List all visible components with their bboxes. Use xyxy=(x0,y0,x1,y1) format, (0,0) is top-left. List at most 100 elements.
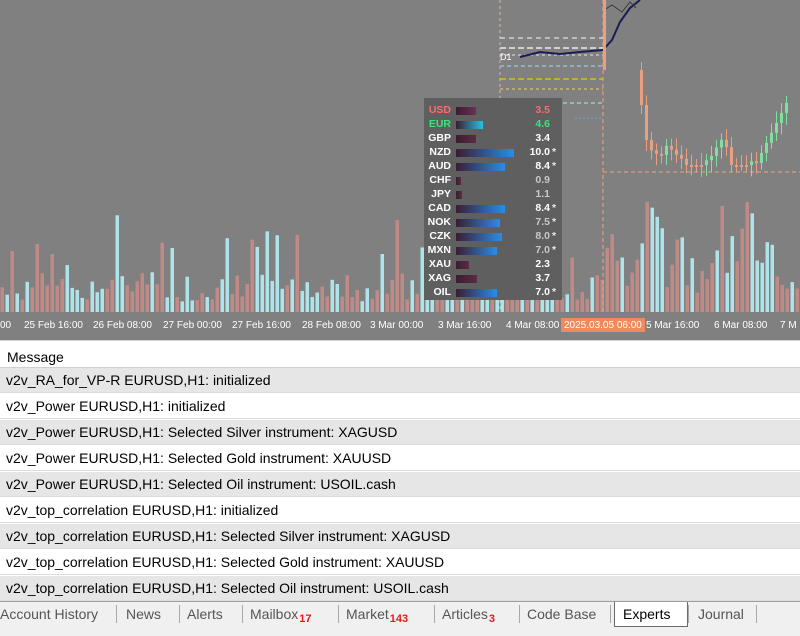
strength-value: 8.4 xyxy=(535,202,550,214)
volume-bar xyxy=(365,288,369,312)
candle-body xyxy=(645,105,648,140)
volume-bar xyxy=(15,293,19,312)
message-row[interactable]: v2v_top_correlation EURUSD,H1: initializ… xyxy=(0,498,800,523)
candle-body xyxy=(735,165,738,167)
volume-bar xyxy=(695,292,699,312)
strength-value: 7.0 xyxy=(535,244,550,256)
candle-body xyxy=(765,142,768,153)
volume-bar xyxy=(140,273,144,312)
volume-bar xyxy=(30,287,34,312)
strength-bar xyxy=(456,233,502,241)
tab-articles[interactable]: Articles3 xyxy=(438,602,517,626)
message-text: v2v_RA_for_VP-R EURUSD,H1: initialized xyxy=(6,372,271,388)
volume-bar xyxy=(560,298,564,312)
tab-code-base[interactable]: Code Base xyxy=(523,602,608,626)
volume-bar xyxy=(775,276,779,312)
message-row[interactable]: v2v_top_correlation EURUSD,H1: Selected … xyxy=(0,576,800,601)
candle-body xyxy=(603,0,606,70)
tab-mailbox[interactable]: Mailbox17 xyxy=(246,602,336,626)
currency-label: USD xyxy=(428,104,451,116)
candle-body xyxy=(775,122,778,133)
currency-label: CHF xyxy=(429,174,451,186)
currency-label: EUR xyxy=(428,118,451,130)
strength-row-jpy: JPY 1.1 xyxy=(424,188,562,202)
volume-bar xyxy=(795,288,799,312)
message-text: v2v_Power EURUSD,H1: Selected Silver ins… xyxy=(6,424,398,440)
candle-body xyxy=(675,149,678,155)
volume-bar xyxy=(660,228,664,312)
strength-bar xyxy=(456,261,469,269)
message-row[interactable]: v2v_Power EURUSD,H1: Selected Gold instr… xyxy=(0,446,800,471)
message-row[interactable]: v2v_RA_for_VP-R EURUSD,H1: initialized xyxy=(0,368,800,393)
volume-bar xyxy=(390,280,394,312)
tab-separator xyxy=(338,605,339,623)
candle-body xyxy=(750,161,753,165)
volume-bar xyxy=(680,237,684,312)
candle-body xyxy=(685,158,688,165)
volume-bar xyxy=(375,290,379,312)
candle-body xyxy=(770,132,773,143)
experts-message-panel[interactable]: Message v2v_RA_for_VP-R EURUSD,H1: initi… xyxy=(0,340,800,602)
candle-body xyxy=(730,147,733,165)
strength-row-eur: EUR 4.6 xyxy=(424,118,562,132)
strength-row-aud: AUD 8.4 * xyxy=(424,160,562,174)
chart-canvas[interactable]: D1 00 25 Feb 16:00 26 Feb 08:00 27 Feb 00:00… xyxy=(0,0,800,340)
volume-bar xyxy=(315,292,319,312)
candle-body xyxy=(710,155,713,161)
volume-bar xyxy=(65,265,69,312)
price-chart[interactable]: D1 00 25 Feb 16:00 26 Feb 08:00 27 Feb 00:00… xyxy=(0,0,800,340)
volume-bar xyxy=(45,285,49,312)
strength-star-marker: * xyxy=(552,146,557,158)
tab-separator xyxy=(756,605,757,623)
volume-bar xyxy=(340,296,344,312)
tab-experts[interactable]: Experts xyxy=(614,602,688,627)
volume-bar xyxy=(380,253,384,312)
candle-body xyxy=(650,140,653,151)
message-text: v2v_Power EURUSD,H1: initialized xyxy=(6,398,226,414)
volume-bar xyxy=(285,285,289,312)
strength-value: 4.6 xyxy=(535,118,550,130)
time-axis-tick: 28 Feb 08:00 xyxy=(302,320,361,331)
message-row[interactable]: v2v_Power EURUSD,H1: Selected Silver ins… xyxy=(0,420,800,445)
tab-market[interactable]: Market143 xyxy=(342,602,432,626)
volume-bar xyxy=(725,272,729,312)
tab-label: Code Base xyxy=(527,606,597,622)
message-text: v2v_Power EURUSD,H1: Selected Gold instr… xyxy=(6,450,392,466)
strength-star-marker: * xyxy=(552,202,557,214)
message-row[interactable]: v2v_top_correlation EURUSD,H1: Selected … xyxy=(0,524,800,549)
strength-star-marker: * xyxy=(552,244,557,256)
tab-separator xyxy=(519,605,520,623)
tab-separator xyxy=(434,605,435,623)
message-row[interactable]: v2v_Power EURUSD,H1: initialized xyxy=(0,394,800,419)
tab-count-badge: 17 xyxy=(299,613,312,625)
volume-bar xyxy=(275,235,279,312)
volume-bar xyxy=(295,234,299,312)
strength-row-chf: CHF 0.9 xyxy=(424,174,562,188)
volume-bar xyxy=(735,261,739,312)
message-column-header[interactable]: Message xyxy=(0,345,800,368)
tab-label: Alerts xyxy=(187,606,223,622)
time-axis-tick: 25 Feb 16:00 xyxy=(24,320,83,331)
tab-journal[interactable]: Journal xyxy=(694,602,754,626)
volume-bar xyxy=(25,281,29,312)
strength-row-xag: XAG 3.7 xyxy=(424,272,562,286)
message-row[interactable]: v2v_top_correlation EURUSD,H1: Selected … xyxy=(0,550,800,575)
candle-body xyxy=(715,147,718,156)
volume-bar xyxy=(345,275,349,312)
volume-bar xyxy=(70,287,74,312)
tab-alerts[interactable]: Alerts xyxy=(183,602,240,626)
message-row[interactable]: v2v_Power EURUSD,H1: Selected Oil instru… xyxy=(0,472,800,497)
time-axis-tick: 6 Mar 08:00 xyxy=(714,320,768,331)
volume-bar xyxy=(720,206,724,312)
strength-value: 1.1 xyxy=(535,188,550,200)
strength-bar xyxy=(456,275,477,283)
strength-value: 3.5 xyxy=(535,104,550,116)
currency-label: XAG xyxy=(428,272,451,284)
volume-bar xyxy=(625,285,629,312)
tab-label: Mailbox xyxy=(250,606,299,622)
time-axis-tick: 26 Feb 08:00 xyxy=(93,320,152,331)
tab-news[interactable]: News xyxy=(122,602,177,626)
volume-bar xyxy=(280,288,284,312)
tab-account-history[interactable]: Account History xyxy=(0,602,114,626)
tab-label: News xyxy=(126,606,162,622)
